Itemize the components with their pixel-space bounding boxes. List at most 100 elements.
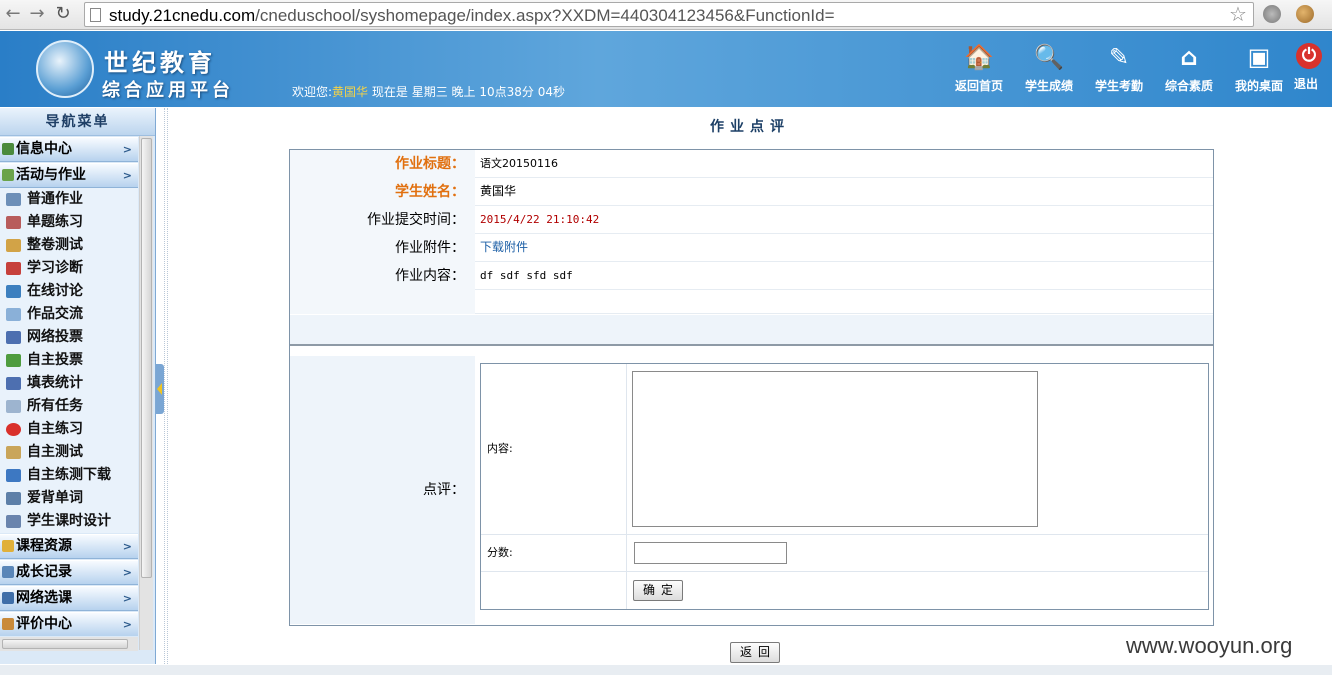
row-submit-time: 作业提交时间： 2015/4/22 21:10:42: [290, 206, 1213, 234]
bar-chart-icon: [6, 331, 21, 344]
sidebar-cat-growth[interactable]: 成长记录 >: [0, 560, 138, 585]
list-icon: [6, 400, 21, 413]
scrollbar-thumb[interactable]: [141, 138, 152, 578]
status-bar: [0, 665, 1332, 675]
forward-icon[interactable]: →: [26, 3, 48, 25]
submit-time-label: 作业提交时间：: [290, 206, 475, 234]
sidebar-item-download[interactable]: 自主练测下载: [0, 464, 138, 487]
gear-icon: [6, 354, 21, 367]
sidebar-title: 导航菜单: [0, 108, 155, 136]
sidebar-cat-eval[interactable]: 评价中心 >: [0, 612, 138, 636]
back-button[interactable]: 返回: [730, 642, 780, 663]
nav-exit-button[interactable]: ⏻ 退出: [1294, 39, 1332, 103]
sidebar-item-words[interactable]: 爱背单词: [0, 487, 138, 510]
document-icon: [6, 446, 21, 459]
address-bar[interactable]: study.21cnedu.com/cneduschool/syshomepag…: [84, 2, 1254, 27]
scrollbar-thumb[interactable]: [2, 639, 128, 649]
sidebar-item-all-tasks[interactable]: 所有任务: [0, 395, 138, 418]
sidebar-item-vote[interactable]: 网络投票: [0, 326, 138, 349]
sidebar-cat-activity[interactable]: 活动与作业 >: [0, 163, 138, 188]
activity-icon: [2, 169, 14, 181]
site-header: 世纪教育 综合应用平台 欢迎您:黄国华 现在是 星期三 晚上 10点38分 04…: [0, 31, 1332, 107]
submit-time-value: 2015/4/22 21:10:42: [480, 213, 600, 226]
sidebar-cat-info[interactable]: 信息中心 >: [0, 137, 138, 162]
book-icon: [6, 193, 21, 206]
review-form: 内容: 分数: 确定: [480, 363, 1209, 610]
review-content-textarea[interactable]: [632, 371, 1038, 527]
info-center-icon: [2, 143, 14, 155]
quality-icon: ⌂: [1180, 43, 1198, 71]
nav-quality-button[interactable]: ⌂ 综合素质: [1154, 39, 1224, 103]
sidebar-item-works[interactable]: 作品交流: [0, 303, 138, 326]
words-icon: [6, 492, 21, 505]
user-icon: [2, 566, 14, 578]
computer-icon: [2, 592, 14, 604]
chevron-right-icon: >: [122, 540, 132, 553]
bookmark-star-icon[interactable]: ☆: [1229, 2, 1247, 26]
student-label: 学生姓名：: [290, 178, 475, 206]
download-attachment-link[interactable]: 下载附件: [480, 234, 528, 261]
page-icon: [90, 8, 101, 22]
folder-icon: [2, 540, 14, 552]
home-icon: 🏠: [964, 43, 994, 71]
chevron-right-icon: >: [122, 566, 132, 579]
test-paper-icon: [6, 239, 21, 252]
frame-divider: [164, 108, 168, 664]
section-separator: [290, 315, 1213, 346]
sidebar-item-diagnosis[interactable]: 学习诊断: [0, 257, 138, 280]
works-icon: [6, 308, 21, 321]
sidebar-item-single-practice[interactable]: 单题练习: [0, 211, 138, 234]
sidebar-cat-online[interactable]: 网络选课 >: [0, 586, 138, 611]
lesson-icon: [6, 515, 21, 528]
confirm-button[interactable]: 确定: [633, 580, 683, 601]
nav-home-button[interactable]: 🏠 返回首页: [944, 39, 1014, 103]
sidebar-item-self-practice[interactable]: 自主练习: [0, 418, 138, 441]
chart-icon: [6, 262, 21, 275]
sidebar-vertical-scrollbar[interactable]: [139, 136, 153, 650]
score-input[interactable]: [634, 542, 787, 564]
title-label: 作业标题：: [290, 150, 475, 178]
sidebar-item-self-vote[interactable]: 自主投票: [0, 349, 138, 372]
nav-desktop-button[interactable]: ▣ 我的桌面: [1224, 39, 1294, 103]
sidebar-item-self-test[interactable]: 自主测试: [0, 441, 138, 464]
row-attachment: 作业附件： 下载附件: [290, 234, 1213, 262]
watermark-text: www.wooyun.org: [1126, 633, 1293, 658]
url-path: /cneduschool/syshomepage/index.aspx?XXDM…: [255, 6, 835, 25]
sidebar-item-form-stats[interactable]: 填表统计: [0, 372, 138, 395]
sidebar-horizontal-scrollbar[interactable]: [0, 637, 138, 651]
logo-title: 世纪教育: [104, 48, 216, 77]
url-host: study.21cnedu.com: [109, 6, 256, 25]
grades-icon: 🔍: [1034, 43, 1064, 71]
sidebar-collapse-handle[interactable]: [156, 364, 164, 414]
chevron-right-icon: >: [122, 592, 132, 605]
sidebar-cat-course[interactable]: 课程资源 >: [0, 534, 138, 559]
sidebar: 导航菜单 信息中心 > 活动与作业 > 普通作业 单题练习 整卷测试 学习诊断 在线…: [0, 108, 156, 664]
desktop-icon: ▣: [1247, 43, 1271, 71]
user-name: 黄国华: [332, 85, 369, 99]
student-value: 黄国华: [480, 184, 517, 198]
attachment-label: 作业附件：: [290, 234, 475, 262]
back-icon[interactable]: ←: [2, 3, 24, 25]
exercise-icon: [6, 216, 21, 229]
discussion-icon: [6, 285, 21, 298]
nav-grades-button[interactable]: 🔍 学生成绩: [1014, 39, 1084, 103]
row-title: 作业标题： 语文20150116: [290, 150, 1213, 178]
sidebar-item-lesson-design[interactable]: 学生课时设计: [0, 510, 138, 533]
logo-subtitle: 综合应用平台: [102, 80, 234, 101]
sidebar-item-full-test[interactable]: 整卷测试: [0, 234, 138, 257]
reload-icon[interactable]: ↻: [52, 3, 74, 25]
nav-attendance-button[interactable]: ✎ 学生考勤: [1084, 39, 1154, 103]
page-title: 作业点评: [710, 119, 790, 135]
extension-cookie-icon[interactable]: [1296, 5, 1314, 23]
extension-globe-icon[interactable]: [1263, 5, 1281, 23]
clock-text: 现在是 星期三 晚上 10点38分 04秒: [371, 85, 565, 99]
sidebar-item-homework[interactable]: 普通作业: [0, 188, 138, 211]
sidebar-item-discussion[interactable]: 在线讨论: [0, 280, 138, 303]
evaluate-icon: [2, 618, 14, 630]
sidebar-menu: 信息中心 > 活动与作业 > 普通作业 单题练习 整卷测试 学习诊断 在线讨论 作品…: [0, 136, 138, 636]
row-student: 学生姓名： 黄国华: [290, 178, 1213, 206]
download-icon: [6, 469, 21, 482]
content-label: 作业内容：: [290, 262, 475, 290]
chevron-right-icon: >: [122, 143, 132, 156]
chevron-right-icon: >: [122, 169, 132, 182]
